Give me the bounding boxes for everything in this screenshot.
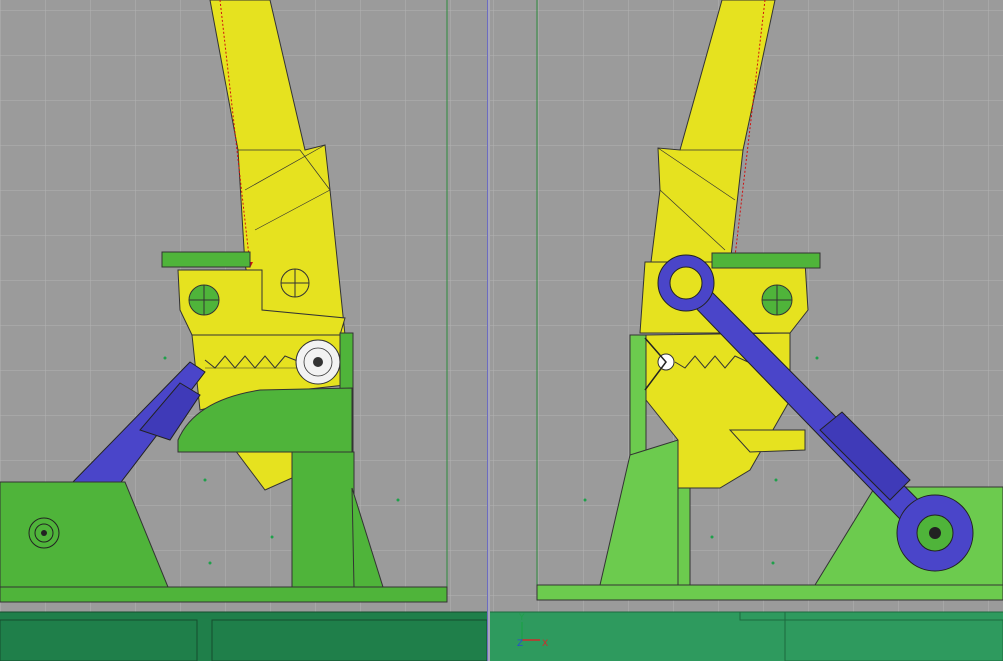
floor bbox=[0, 611, 487, 661]
base-plate[interactable] bbox=[0, 586, 448, 603]
green-top-bar[interactable] bbox=[161, 251, 251, 268]
green-top-bar[interactable] bbox=[711, 252, 821, 269]
gizmo-z-label: Z bbox=[517, 639, 523, 649]
viewport-left-canvas[interactable] bbox=[0, 0, 487, 661]
viewport-right[interactable]: Y Z X bbox=[490, 0, 1003, 661]
viewport-left[interactable] bbox=[0, 0, 487, 661]
gizmo-y-label: Y bbox=[518, 613, 525, 623]
floor bbox=[490, 611, 1003, 661]
base-plate[interactable] bbox=[536, 584, 1003, 601]
gizmo-x-label: X bbox=[542, 639, 548, 649]
viewport-right-canvas[interactable]: Y Z X bbox=[490, 0, 1003, 661]
